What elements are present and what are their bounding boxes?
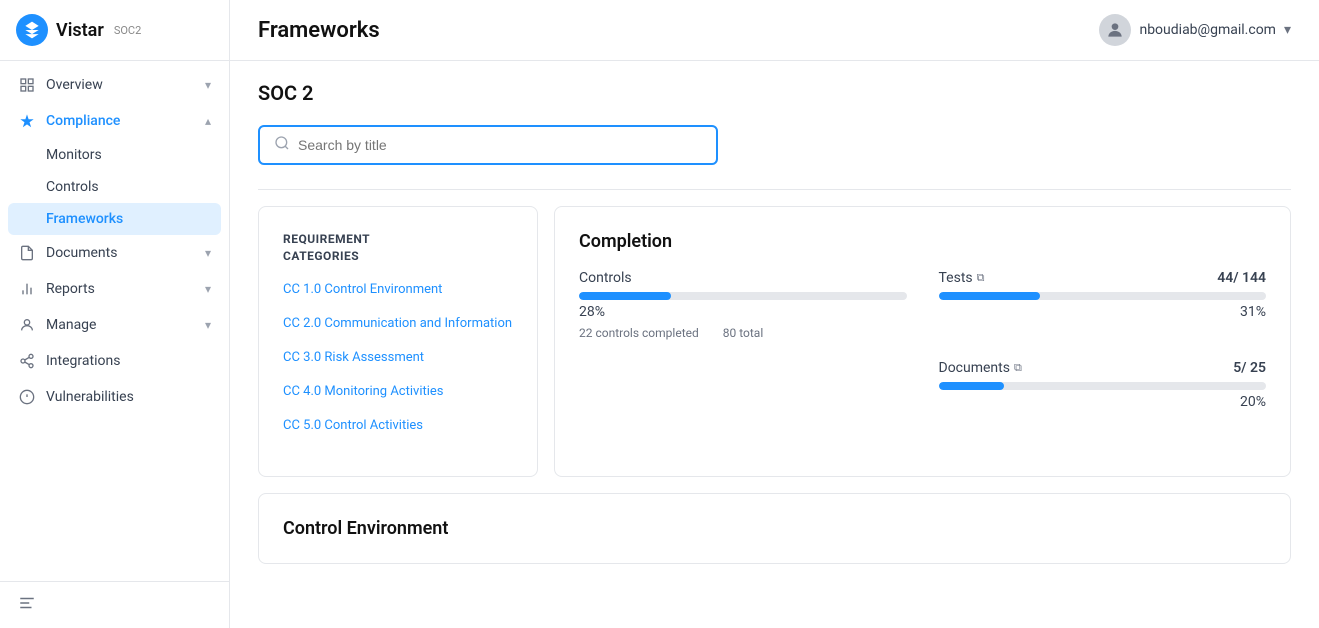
page-title: Frameworks [258, 18, 380, 43]
sidebar-item-label: Overview [46, 77, 195, 93]
chevron-up-icon: ▴ [205, 114, 211, 128]
chevron-down-icon: ▾ [205, 318, 211, 332]
main-content: Frameworks nboudiab@gmail.com ▾ SOC 2 [230, 0, 1319, 628]
cards-row: REQUIREMENTCATEGORIES CC 1.0 Control Env… [258, 206, 1291, 477]
sidebar-item-vulnerabilities[interactable]: Vulnerabilities [0, 379, 229, 415]
user-menu[interactable]: nboudiab@gmail.com ▾ [1099, 14, 1291, 46]
sidebar-item-manage[interactable]: Manage ▾ [0, 307, 229, 343]
app-badge: SOC2 [114, 24, 141, 37]
documents-label[interactable]: Documents ⧉ [939, 360, 1022, 376]
req-cat-item[interactable]: CC 4.0 Monitoring Activities [283, 383, 513, 401]
documents-icon [18, 244, 36, 262]
tests-label[interactable]: Tests ⧉ [939, 270, 985, 286]
sidebar-item-monitors[interactable]: Monitors [0, 139, 229, 171]
sidebar: Vistar SOC2 Overview ▾ Compliance ▴ Moni… [0, 0, 230, 628]
sidebar-item-overview[interactable]: Overview ▾ [0, 67, 229, 103]
nav-section: Overview ▾ Compliance ▴ Monitors Control… [0, 61, 229, 421]
user-chevron-icon: ▾ [1284, 22, 1291, 38]
req-cat-title: REQUIREMENTCATEGORIES [283, 231, 513, 265]
req-cat-item[interactable]: CC 2.0 Communication and Information [283, 315, 513, 333]
sidebar-reports-label: Reports [46, 281, 195, 297]
user-email: nboudiab@gmail.com [1139, 22, 1276, 38]
bottom-card-title: Control Environment [283, 518, 1266, 539]
chevron-down-icon: ▾ [205, 246, 211, 260]
sidebar-item-frameworks[interactable]: Frameworks [8, 203, 221, 235]
tests-progress-bar [939, 292, 1267, 300]
reports-icon [18, 280, 36, 298]
sidebar-item-documents[interactable]: Documents ▾ [0, 235, 229, 271]
documents-pct: 20% [939, 394, 1267, 410]
controls-pct: 28% [579, 304, 907, 320]
sidebar-bottom [0, 581, 229, 628]
sidebar-integrations-label: Integrations [46, 353, 211, 369]
sidebar-manage-label: Manage [46, 317, 195, 333]
controls-completed: 22 controls completed [579, 326, 699, 340]
logo[interactable]: Vistar SOC2 [0, 0, 229, 61]
topbar: Frameworks nboudiab@gmail.com ▾ [230, 0, 1319, 61]
sidebar-item-reports[interactable]: Reports ▾ [0, 271, 229, 307]
req-cat-item[interactable]: CC 3.0 Risk Assessment [283, 349, 513, 367]
documents-stat: Documents ⧉ 5/ 25 20% [939, 360, 1267, 410]
divider [258, 189, 1291, 190]
manage-icon [18, 316, 36, 334]
sidebar-item-integrations[interactable]: Integrations [0, 343, 229, 379]
external-link-icon: ⧉ [977, 271, 985, 285]
external-link-icon: ⧉ [1014, 361, 1022, 375]
control-environment-card: Control Environment [258, 493, 1291, 564]
tests-value: 44/ 144 [1217, 270, 1266, 286]
controls-progress-fill [579, 292, 671, 300]
vulnerabilities-icon [18, 388, 36, 406]
tests-progress-fill [939, 292, 1041, 300]
documents-progress-fill [939, 382, 1005, 390]
tests-header: Tests ⧉ 44/ 144 [939, 270, 1267, 286]
avatar [1099, 14, 1131, 46]
sidebar-documents-label: Documents [46, 245, 195, 261]
sidebar-item-controls[interactable]: Controls [0, 171, 229, 203]
controls-stat: Controls 28% 22 controls completed 80 to… [579, 270, 907, 340]
sidebar-item-compliance[interactable]: Compliance ▴ [0, 103, 229, 139]
documents-progress-bar [939, 382, 1267, 390]
controls-label: Controls [579, 270, 632, 286]
menu-icon[interactable] [18, 597, 36, 616]
content-area: SOC 2 REQUIREMENTCATEGORIES CC 1.0 Contr… [230, 61, 1319, 628]
app-name: Vistar [56, 20, 104, 41]
completion-grid: Controls 28% 22 controls completed 80 to… [579, 270, 1266, 410]
chevron-down-icon: ▾ [205, 282, 211, 296]
controls-header: Controls [579, 270, 907, 286]
search-icon [274, 135, 290, 155]
completion-card: Completion Controls 28% 22 controls comp… [554, 206, 1291, 477]
requirement-categories-card: REQUIREMENTCATEGORIES CC 1.0 Control Env… [258, 206, 538, 477]
search-input[interactable] [298, 137, 702, 153]
completion-title: Completion [579, 231, 1266, 252]
tests-pct: 31% [939, 304, 1267, 320]
req-cat-item[interactable]: CC 1.0 Control Environment [283, 281, 513, 299]
compliance-icon [18, 112, 36, 130]
documents-value: 5/ 25 [1233, 360, 1266, 376]
chevron-down-icon: ▾ [205, 78, 211, 92]
compliance-label: Compliance [46, 113, 195, 129]
controls-total: 80 total [723, 326, 764, 340]
search-bar[interactable] [258, 125, 718, 165]
page-subtitle: SOC 2 [258, 81, 1291, 105]
overview-icon [18, 76, 36, 94]
integrations-icon [18, 352, 36, 370]
tests-stat: Tests ⧉ 44/ 144 31% [939, 270, 1267, 340]
compliance-subnav: Monitors Controls Frameworks [0, 139, 229, 235]
documents-header: Documents ⧉ 5/ 25 [939, 360, 1267, 376]
controls-sub-info: 22 controls completed 80 total [579, 326, 907, 340]
logo-icon [16, 14, 48, 46]
controls-progress-bar [579, 292, 907, 300]
sidebar-vulnerabilities-label: Vulnerabilities [46, 389, 211, 405]
req-cat-item[interactable]: CC 5.0 Control Activities [283, 417, 513, 435]
